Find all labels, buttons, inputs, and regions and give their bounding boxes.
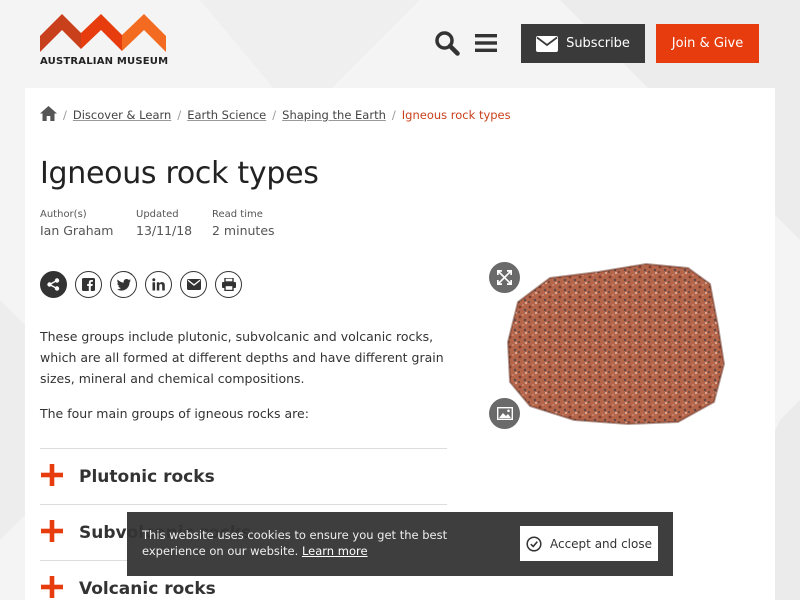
- share-toolbar: [40, 271, 242, 298]
- email-share-button[interactable]: [180, 271, 207, 298]
- linkedin-icon: [152, 278, 165, 291]
- search-button[interactable]: [432, 29, 462, 59]
- image-gallery-button[interactable]: [489, 398, 520, 429]
- breadcrumb-earth-science[interactable]: Earth Science: [187, 108, 266, 122]
- image-icon: [496, 407, 513, 420]
- print-button[interactable]: [215, 271, 242, 298]
- logo-text: AUSTRALIAN MUSEUM: [40, 56, 169, 67]
- expand-image-button[interactable]: [489, 262, 520, 293]
- groups-lead-paragraph: The four main groups of igneous rocks ar…: [40, 406, 309, 421]
- check-circle-icon: [526, 535, 542, 552]
- twitter-share-button[interactable]: [110, 271, 137, 298]
- breadcrumb-separator: /: [177, 108, 182, 122]
- cookie-message: This website uses cookies to ensure you …: [142, 527, 482, 559]
- meta-read-time: Read time 2 minutes: [212, 209, 275, 238]
- breadcrumb-separator: /: [63, 108, 67, 122]
- subscribe-label: Subscribe: [566, 36, 630, 51]
- meta-read-time-value: 2 minutes: [212, 223, 275, 238]
- join-give-button[interactable]: Join & Give: [656, 24, 759, 63]
- breadcrumb-separator: /: [272, 108, 277, 122]
- granite-rock-image: [506, 262, 726, 426]
- page-title: Igneous rock types: [40, 156, 319, 191]
- email-icon: [186, 279, 201, 290]
- envelope-icon: [536, 35, 559, 52]
- logo-mark-icon: [40, 14, 166, 52]
- share-icon: [47, 278, 60, 291]
- expand-icon: [497, 270, 512, 285]
- intro-paragraph: These groups include plutonic, subvolcan…: [40, 329, 444, 386]
- meta-author-label: Author(s): [40, 209, 87, 220]
- meta-read-time-label: Read time: [212, 209, 263, 220]
- article-body: These groups include plutonic, subvolcan…: [40, 326, 450, 438]
- facebook-share-button[interactable]: [75, 271, 102, 298]
- learn-more-link[interactable]: Learn more: [302, 544, 368, 558]
- subscribe-button[interactable]: Subscribe: [521, 24, 645, 63]
- cookie-banner: This website uses cookies to ensure you …: [127, 512, 673, 576]
- print-icon: [221, 278, 236, 291]
- breadcrumb-shaping-the-earth[interactable]: Shaping the Earth: [282, 108, 386, 122]
- meta-author-value[interactable]: Ian Graham: [40, 223, 114, 238]
- plus-icon: [40, 575, 79, 600]
- meta-author: Author(s) Ian Graham: [40, 209, 114, 238]
- accept-cookies-button[interactable]: Accept and close: [520, 526, 658, 561]
- accordion-item-plutonic[interactable]: Plutonic rocks: [40, 448, 447, 504]
- meta-updated: Updated 13/11/18: [136, 209, 192, 238]
- breadcrumb-separator: /: [391, 108, 396, 122]
- plus-icon: [40, 519, 79, 546]
- linkedin-share-button[interactable]: [145, 271, 172, 298]
- breadcrumb-current: Igneous rock types: [401, 108, 511, 122]
- breadcrumb: / Discover & Learn / Earth Science / Sha…: [40, 105, 760, 125]
- accordion-label: Plutonic rocks: [79, 466, 215, 487]
- meta-updated-label: Updated: [136, 209, 179, 220]
- home-icon: [40, 106, 57, 121]
- site-header: AUSTRALIAN MUSEUM Subscribe Join & Give: [0, 0, 800, 88]
- twitter-icon: [116, 278, 131, 291]
- breadcrumb-home[interactable]: [40, 106, 57, 124]
- hamburger-menu-icon: [475, 33, 497, 52]
- accept-label: Accept and close: [549, 536, 652, 551]
- rock-image-figure[interactable]: [478, 254, 760, 437]
- share-button[interactable]: [40, 271, 67, 298]
- accordion-label: Volcanic rocks: [79, 578, 216, 599]
- menu-button[interactable]: [473, 29, 499, 59]
- breadcrumb-discover-learn[interactable]: Discover & Learn: [73, 108, 171, 122]
- cookie-text: This website uses cookies to ensure you …: [142, 528, 448, 558]
- plus-icon: [40, 463, 79, 490]
- search-icon: [435, 30, 460, 56]
- meta-updated-value: 13/11/18: [136, 223, 193, 238]
- australian-museum-logo[interactable]: AUSTRALIAN MUSEUM: [40, 14, 168, 70]
- facebook-icon: [82, 278, 95, 291]
